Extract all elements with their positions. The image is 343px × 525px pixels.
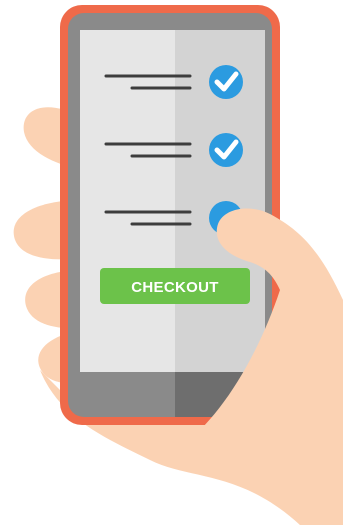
check-circle-icon[interactable] (209, 133, 243, 167)
check-circle-icon[interactable] (209, 65, 243, 99)
hand-holding-phone-illustration: CHECKOUT (13, 5, 343, 525)
checkout-button-label: CHECKOUT (131, 279, 218, 296)
checkout-button[interactable]: CHECKOUT (100, 268, 250, 304)
illustration: CHECKOUT (0, 0, 343, 525)
